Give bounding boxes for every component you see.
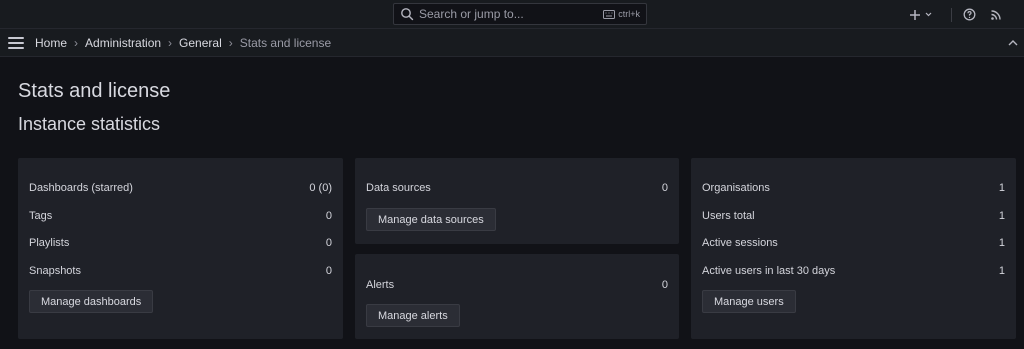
stat-label: Users total: [702, 210, 755, 222]
stat-label: Snapshots: [29, 265, 81, 277]
stat-row: Data sources 0: [366, 182, 668, 194]
toolbar-divider: [951, 7, 952, 22]
section-title: Instance statistics: [18, 114, 161, 134]
plus-icon: [910, 9, 920, 20]
page-title: Stats and license: [18, 80, 171, 102]
stat-row: Dashboards (starred) 0 (0): [29, 182, 332, 194]
stat-label: Alerts: [366, 279, 395, 291]
manage-data-sources-button[interactable]: Manage data sources: [366, 208, 496, 231]
breadcrumb-home[interactable]: Home: [35, 36, 67, 50]
stat-row: Users total 1: [702, 210, 1005, 222]
menu-icon-line: [8, 41, 24, 44]
chevron-down-icon: [925, 12, 932, 17]
stat-label: Dashboards (starred): [29, 182, 133, 194]
breadcrumb-separator-icon: ›: [168, 35, 173, 50]
search-icon: [400, 7, 414, 21]
stat-value: 0: [661, 182, 668, 194]
breadcrumb-general[interactable]: General: [179, 36, 222, 50]
breadcrumb-administration[interactable]: Administration: [85, 36, 161, 50]
rss-icon: [991, 9, 1001, 20]
stat-row: Alerts 0: [366, 279, 668, 291]
stat-value: 1: [998, 237, 1005, 249]
stat-row: Organisations 1: [702, 182, 1005, 194]
stat-value: 0: [325, 265, 332, 277]
chevron-up-icon: [1008, 40, 1018, 46]
search-placeholder: Search or jump to...: [419, 7, 524, 21]
menu-toggle-button[interactable]: [8, 36, 24, 49]
collapse-header-button[interactable]: [1006, 36, 1020, 50]
stat-label: Data sources: [366, 182, 431, 194]
top-actions: [903, 0, 1024, 29]
shortcut-label: ctrl+k: [618, 9, 640, 19]
breadcrumb-separator-icon: ›: [74, 35, 79, 50]
stat-label: Active sessions: [702, 237, 778, 249]
stat-label: Organisations: [702, 182, 770, 194]
manage-alerts-button[interactable]: Manage alerts: [366, 304, 460, 327]
search-input[interactable]: Search or jump to... ctrl+k: [393, 3, 647, 25]
stat-value: 0: [325, 237, 332, 249]
manage-dashboards-button[interactable]: Manage dashboards: [29, 290, 154, 313]
stat-value: 1: [998, 210, 1005, 222]
stat-label: Active users in last 30 days: [702, 265, 836, 277]
stat-row: Active sessions 1: [702, 237, 1005, 249]
keyboard-icon: [603, 9, 616, 19]
keyboard-shortcut-hint: ctrl+k: [603, 9, 640, 19]
alerts-stats-card: Alerts 0 Manage alerts: [355, 254, 679, 339]
manage-users-button[interactable]: Manage users: [702, 290, 796, 313]
stat-row: Active users in last 30 days 1: [702, 265, 1005, 277]
stat-value: 1: [998, 182, 1005, 194]
news-button[interactable]: [985, 5, 1007, 25]
breadcrumb: Home › Administration › General › Stats …: [35, 36, 331, 50]
help-button[interactable]: [958, 5, 980, 25]
stat-label: Playlists: [29, 237, 70, 249]
breadcrumb-separator-icon: ›: [228, 35, 233, 50]
menu-icon-line: [8, 36, 24, 39]
stat-row: Snapshots 0: [29, 265, 332, 277]
stat-value: 1: [998, 265, 1005, 277]
breadcrumb-current: Stats and license: [239, 35, 332, 50]
stat-value: 0: [661, 279, 668, 291]
new-button[interactable]: [903, 5, 939, 25]
stat-row: Tags 0: [29, 210, 332, 222]
stat-row: Playlists 0: [29, 237, 332, 249]
stat-label: Tags: [29, 210, 53, 222]
stat-value: 0: [325, 210, 332, 222]
breadcrumb-bar: Home › Administration › General › Stats …: [0, 29, 1024, 57]
top-bar: Search or jump to... ctrl+k: [0, 0, 1024, 29]
help-icon: [963, 8, 975, 21]
datasources-stats-card: Data sources 0 Manage data sources: [355, 158, 679, 244]
dashboards-stats-card: Dashboards (starred) 0 (0) Tags 0 Playli…: [18, 158, 343, 339]
menu-icon-line: [8, 46, 24, 49]
users-stats-card: Organisations 1 Users total 1 Active ses…: [691, 158, 1016, 339]
stat-value: 0 (0): [309, 182, 332, 194]
